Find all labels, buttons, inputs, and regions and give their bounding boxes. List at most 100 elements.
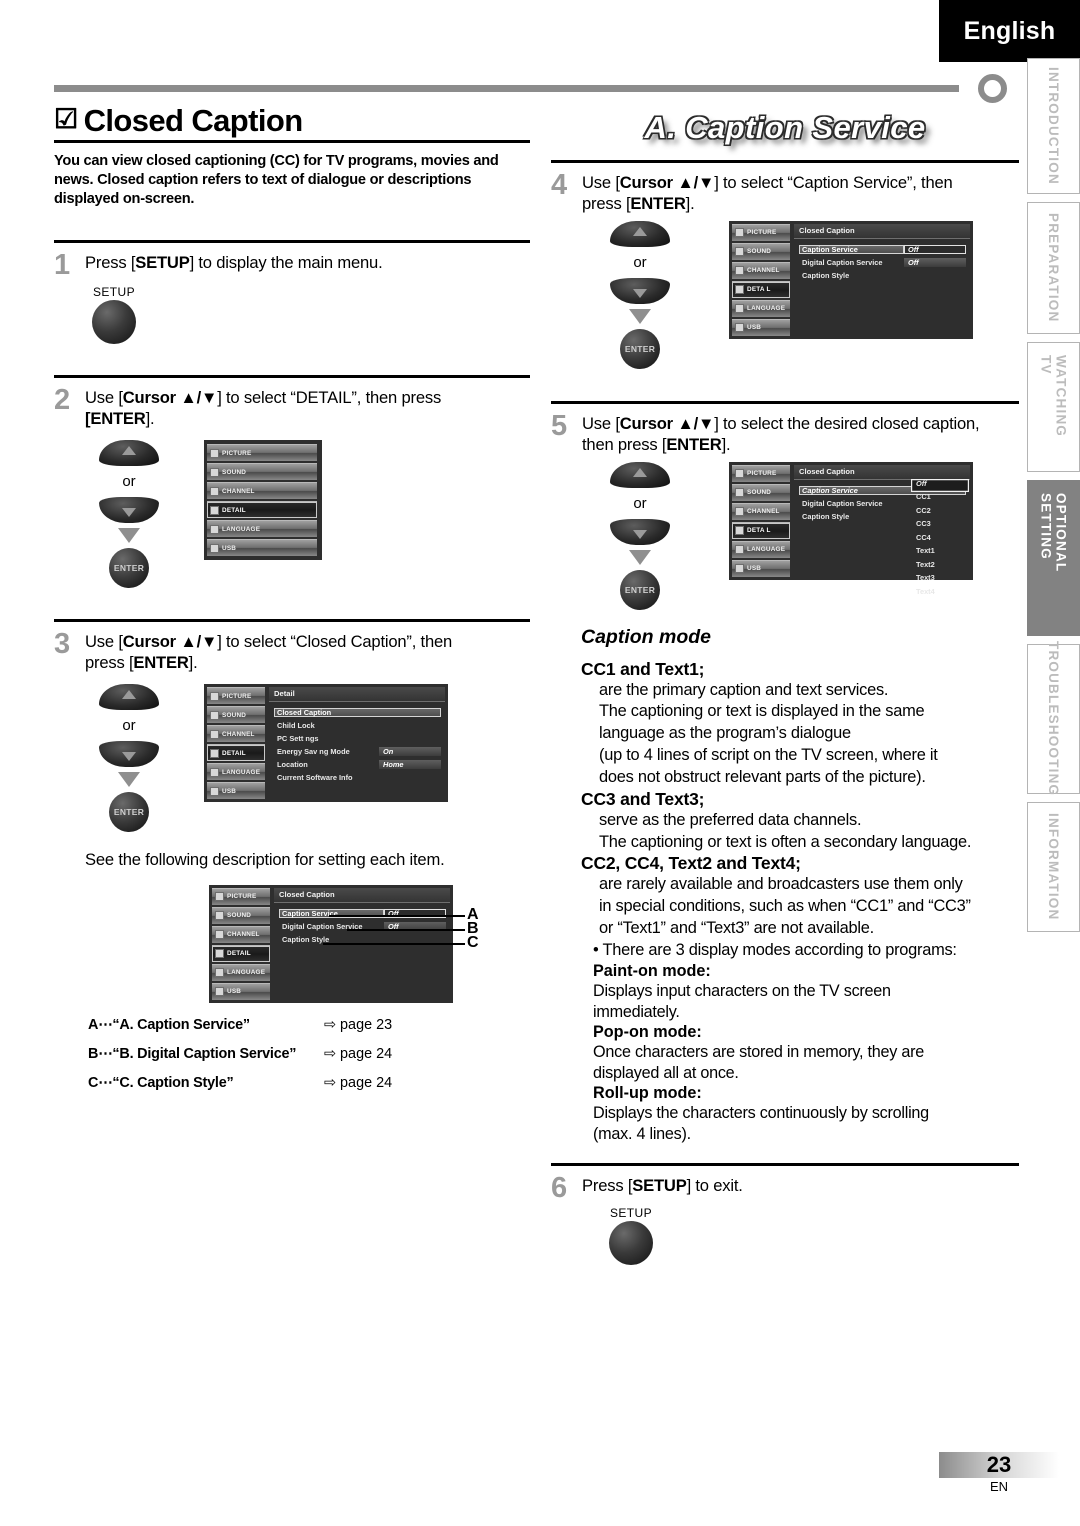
- osd-menu-item-picture[interactable]: PICTURE: [212, 887, 270, 905]
- index-tab-watching-tv[interactable]: WATCHING TV: [1027, 342, 1080, 472]
- osd-menu-item-picture[interactable]: PICTURE: [732, 464, 790, 482]
- detail-osd-wrap: PICTURE SOUND CHANNEL DETAIL LANGUAGE USB Det…: [204, 684, 448, 803]
- cursor-up-button-icon[interactable]: [610, 220, 670, 247]
- cursor-down-button-icon[interactable]: [99, 497, 159, 524]
- enter-button-icon[interactable]: ENTER: [620, 328, 660, 369]
- osd-menu-item-sound[interactable]: SOUND: [212, 906, 270, 924]
- cursor-down-button-icon[interactable]: [610, 518, 670, 545]
- osd-setting-value[interactable]: Home: [379, 760, 441, 770]
- caption-option-text2[interactable]: Text2: [911, 560, 969, 574]
- language-banner: English: [939, 0, 1080, 62]
- osd-setting-value[interactable]: Off: [904, 257, 966, 267]
- osd-setting-value[interactable]: On: [379, 747, 441, 757]
- osd-menu-item-sound[interactable]: SOUND: [732, 242, 790, 260]
- osd-setting-row[interactable]: Location Home: [274, 758, 441, 771]
- osd-menu-item-usb[interactable]: USB: [732, 318, 790, 336]
- legend-page-ref[interactable]: ⇨ page 24: [324, 1046, 392, 1062]
- index-tab-optional-setting[interactable]: OPTIONAL SETTING: [1027, 480, 1080, 636]
- cursor-down-button-icon[interactable]: [610, 277, 670, 304]
- osd-menu-item-detail[interactable]: DETAIL: [212, 944, 270, 962]
- osd-menu-item-usb[interactable]: USB: [212, 982, 270, 1000]
- caption-option-cc3[interactable]: CC3: [911, 519, 969, 533]
- osd-menu-item-language[interactable]: LANGUAGE: [207, 763, 265, 781]
- osd-rows[interactable]: Caption Service Off Digital Caption Servic…: [274, 903, 450, 946]
- caption-option-cc2[interactable]: CC2: [911, 506, 969, 520]
- enter-button-icon[interactable]: ENTER: [109, 792, 149, 833]
- caption-option-cc1[interactable]: CC1: [911, 492, 969, 506]
- osd-menu-item-language[interactable]: LANGUAGE: [732, 540, 790, 558]
- osd-menu-item-channel[interactable]: CHANNEL: [732, 502, 790, 520]
- channel-icon: [210, 486, 219, 496]
- setup-button-icon[interactable]: [609, 1221, 653, 1266]
- osd-sidebar[interactable]: PICTURE SOUND CHANNEL DETA L LANGUAGE USB: [732, 464, 790, 577]
- legend-page-ref[interactable]: ⇨ page 23: [324, 1017, 392, 1033]
- osd-menu-item-label: LANGUAGE: [227, 969, 266, 977]
- osd-menu-item-usb[interactable]: USB: [207, 782, 265, 800]
- caption-option-off[interactable]: Off: [911, 478, 969, 493]
- osd-rows[interactable]: Closed Caption Child Lock PC Sett ngs Energ…: [269, 702, 445, 784]
- osd-setting-value[interactable]: Off: [384, 908, 446, 918]
- osd-sidebar[interactable]: PICTURE SOUND CHANNEL DETAIL LANGUAGE USB: [212, 887, 270, 1000]
- osd-setting-row[interactable]: Caption Style: [799, 269, 966, 282]
- enter-button-icon[interactable]: ENTER: [109, 548, 149, 589]
- osd-setting-row[interactable]: Caption Service Off: [799, 243, 966, 256]
- osd-menu-item-detail[interactable]: DETAIL: [207, 744, 265, 762]
- caption-option-text3[interactable]: Text3: [911, 573, 969, 587]
- osd-menu-item-usb[interactable]: USB: [732, 559, 790, 577]
- osd-menu-item-label: LANGUAGE: [747, 305, 786, 313]
- osd-setting-value[interactable]: Off: [904, 244, 966, 254]
- step1-key-art: SETUP: [54, 285, 530, 345]
- osd-setting-row[interactable]: Digital Caption Service Off: [799, 256, 966, 269]
- osd-menu-item-channel[interactable]: CHANNEL: [732, 261, 790, 279]
- osd-setting-row[interactable]: Closed Caption: [274, 706, 441, 719]
- osd-sidebar[interactable]: PICTURE SOUND CHANNEL DETAIL LANGUAGE USB: [207, 687, 265, 800]
- osd-setting-row[interactable]: Current Software Info: [274, 771, 441, 784]
- osd-menu-item-sound[interactable]: SOUND: [207, 463, 317, 481]
- step-3: 3 Use [Cursor ▲/▼] to select “Closed Cap…: [54, 622, 530, 674]
- osd-menu-item-language[interactable]: LANGUAGE: [212, 963, 270, 981]
- caption-option-text1[interactable]: Text1: [911, 546, 969, 560]
- osd-rows[interactable]: Caption Service Off Digital Caption Servic…: [794, 239, 970, 282]
- cursor-down-button-icon[interactable]: [99, 741, 159, 768]
- osd-menu-item-language[interactable]: LANGUAGE: [207, 520, 317, 538]
- osd-menu-item-channel[interactable]: CHANNEL: [207, 725, 265, 743]
- enter-button-icon[interactable]: ENTER: [620, 569, 660, 610]
- osd-menu-item-detal[interactable]: DETA L: [732, 521, 790, 539]
- osd-setting-row[interactable]: Energy Sav ng Mode On: [274, 745, 441, 758]
- osd-setting-label: Current Software Info: [277, 773, 353, 783]
- index-tab-troubleshooting[interactable]: TROUBLESHOOTING: [1027, 641, 1080, 797]
- detail-icon: [215, 949, 224, 959]
- osd-sidebar[interactable]: PICTURE SOUND CHANNEL DETA L LANGUAGE USB: [732, 223, 790, 336]
- osd-menu-item-channel[interactable]: CHANNEL: [212, 925, 270, 943]
- language-icon: [210, 767, 219, 777]
- language-label: English: [963, 16, 1056, 45]
- cursor-up-button-icon[interactable]: [99, 684, 159, 711]
- osd-menu-item-channel[interactable]: CHANNEL: [207, 482, 317, 500]
- manual-page: English INTRODUCTION PREPARATION WATCHING …: [0, 0, 1080, 1526]
- s2c: ] to select “DETAIL”, then press: [217, 388, 442, 408]
- osd-menu-item-picture[interactable]: PICTURE: [207, 444, 317, 462]
- osd-setting-row[interactable]: Digital Caption Service Off: [279, 920, 446, 933]
- index-tab-introduction[interactable]: INTRODUCTION: [1027, 58, 1080, 194]
- osd-menu-item-detal[interactable]: DETA L: [732, 280, 790, 298]
- osd-menu-item-usb[interactable]: USB: [207, 539, 317, 557]
- caption-option-cc4[interactable]: CC4: [911, 533, 969, 547]
- osd-menu-item-picture[interactable]: PICTURE: [207, 687, 265, 705]
- osd-setting-row[interactable]: Caption Service Off: [279, 907, 446, 920]
- caption-option-text4[interactable]: Text4: [911, 587, 969, 601]
- legend-page-ref[interactable]: ⇨ page 24: [324, 1075, 392, 1091]
- osd-menu-item-sound[interactable]: SOUND: [732, 483, 790, 501]
- osd-setting-row[interactable]: Child Lock: [274, 719, 441, 732]
- caption-service-options-list[interactable]: Off CC1 CC2 CC3 CC4 Text1 Text2 Text3 Text4: [911, 478, 969, 601]
- index-tab-preparation[interactable]: PREPARATION: [1027, 202, 1080, 334]
- osd-menu-item-sound[interactable]: SOUND: [207, 706, 265, 724]
- osd-setting-row[interactable]: PC Sett ngs: [274, 732, 441, 745]
- setup-button-icon[interactable]: [92, 300, 136, 345]
- cursor-up-button-icon[interactable]: [99, 440, 159, 467]
- osd-menu-item-language[interactable]: LANGUAGE: [732, 299, 790, 317]
- osd-menu-item-picture[interactable]: PICTURE: [732, 223, 790, 241]
- index-tab-information[interactable]: INFORMATION: [1027, 802, 1080, 932]
- cursor-up-button-icon[interactable]: [610, 461, 670, 488]
- osd-menu-item-detail[interactable]: DETAIL: [207, 501, 317, 519]
- main-menu-items[interactable]: PICTURE SOUND CHANNEL DETAIL LANGUAGE USB: [207, 444, 317, 557]
